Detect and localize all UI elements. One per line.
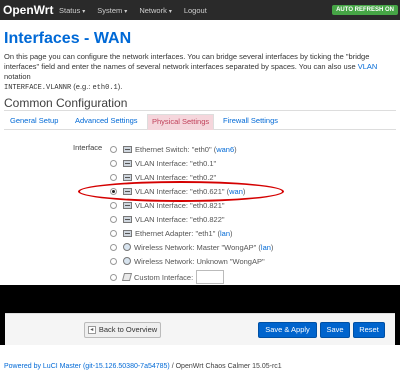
section-divider <box>4 110 396 111</box>
vlan-icon <box>123 201 132 209</box>
back-arrow-icon: ◂ <box>87 326 96 334</box>
option-label: Wireless Network: Unknown "WongAP" <box>134 256 265 266</box>
interface-option-eth0-821[interactable]: VLAN Interface: "eth0.821" <box>110 199 225 211</box>
interface-option-wifi-master[interactable]: Wireless Network: Master "WongAP" (lan) <box>110 241 273 253</box>
desc-eg: (e.g.: <box>71 82 93 91</box>
radio-eth0-2[interactable] <box>110 173 117 181</box>
back-button-label: Back to Overview <box>98 325 158 334</box>
interface-field-label: Interface <box>73 143 103 152</box>
option-label: VLAN Interface: "eth0.821" <box>135 200 225 210</box>
nav-logout[interactable]: Logout <box>184 6 207 15</box>
tab-physical-settings[interactable]: Physical Settings <box>147 114 215 130</box>
desc-code-2: eth0.1 <box>92 84 118 92</box>
chevron-down-icon: ▾ <box>82 8 86 15</box>
top-navbar: OpenWrt Status ▾ System ▾ Network ▾ Logout … <box>0 0 400 20</box>
radio-eth0-821[interactable] <box>110 201 117 209</box>
vlan-icon <box>123 187 132 195</box>
config-tabs: General Setup Advanced Settings Physical… <box>4 112 396 130</box>
radio-custom[interactable] <box>110 273 117 281</box>
save-apply-button[interactable]: Save & Apply <box>258 322 317 338</box>
interface-option-wifi-unknown[interactable]: Wireless Network: Unknown "WongAP" <box>110 255 265 267</box>
wireless-icon <box>123 243 131 251</box>
nav-network-label: Network <box>139 5 167 15</box>
footer: Powered by LuCI Master (git-15.126.50380… <box>4 363 282 370</box>
desc-text-1: On this page you can configure the netwo… <box>4 52 370 71</box>
desc-code-1: INTERFACE.VLANNR <box>4 84 72 92</box>
nav-status-label: Status <box>59 5 81 15</box>
nav-network[interactable]: Network ▾ <box>139 6 172 15</box>
interface-option-eth0-621[interactable]: VLAN Interface: "eth0.621" (wan) <box>110 185 245 197</box>
network-link-lan[interactable]: lan <box>220 229 230 238</box>
back-to-overview-button[interactable]: ◂ Back to Overview <box>84 322 161 338</box>
section-title: Common Configuration <box>4 96 128 110</box>
network-link-wan6[interactable]: wan6 <box>216 145 234 154</box>
option-label: VLAN Interface: "eth0.621" <box>135 186 225 196</box>
footer-version: / OpenWrt Chaos Calmer 15.05-rc1 <box>169 363 282 370</box>
interface-option-eth0[interactable]: Ethernet Switch: "eth0" (wan6) <box>110 143 237 155</box>
vlan-icon <box>123 215 132 223</box>
option-label: Ethernet Switch: "eth0" <box>135 144 212 154</box>
nav-system[interactable]: System ▾ <box>97 6 127 15</box>
radio-eth0[interactable] <box>110 145 117 153</box>
option-label: Wireless Network: Master "WongAP" <box>134 242 257 252</box>
wireless-icon <box>123 257 131 265</box>
custom-interface-icon <box>121 273 133 281</box>
vlan-icon <box>123 159 132 167</box>
tab-firewall-settings[interactable]: Firewall Settings <box>223 114 278 130</box>
nav-system-label: System <box>97 5 123 15</box>
brand-logo[interactable]: OpenWrt <box>3 3 59 17</box>
nav-status[interactable]: Status ▾ <box>59 6 85 15</box>
custom-interface-input[interactable] <box>196 270 225 284</box>
radio-eth0-822[interactable] <box>110 215 117 223</box>
desc-text-2: notation <box>4 72 31 81</box>
interface-option-eth0-2[interactable]: VLAN Interface: "eth0.2" <box>110 171 216 183</box>
interface-option-eth0-822[interactable]: VLAN Interface: "eth0.822" <box>110 213 225 225</box>
tab-advanced-settings[interactable]: Advanced Settings <box>75 114 138 130</box>
vlan-abbr: VLAN <box>357 62 378 71</box>
option-label: VLAN Interface: "eth0.822" <box>135 214 225 224</box>
option-label: Custom Interface: <box>134 272 194 282</box>
radio-eth0-1[interactable] <box>110 159 117 167</box>
interface-option-eth1[interactable]: Ethernet Adapter: "eth1" (lan) <box>110 227 233 239</box>
page-title: Interfaces - WAN <box>4 30 132 47</box>
luci-link[interactable]: Powered by LuCI Master (git-15.126.50380… <box>4 363 170 370</box>
ethernet-adapter-icon <box>123 229 132 237</box>
option-label: Ethernet Adapter: "eth1" <box>135 228 216 238</box>
page-description: On this page you can configure the netwo… <box>4 52 398 93</box>
network-link-wan[interactable]: wan <box>229 187 243 196</box>
chevron-down-icon: ▾ <box>124 8 128 15</box>
reset-button[interactable]: Reset <box>353 322 385 338</box>
network-link-lan[interactable]: lan <box>261 243 271 252</box>
radio-eth1[interactable] <box>110 229 117 237</box>
interface-option-custom[interactable]: Custom Interface: <box>110 270 225 284</box>
ethernet-switch-icon <box>123 145 132 153</box>
tab-general-setup[interactable]: General Setup <box>10 114 58 130</box>
option-label: VLAN Interface: "eth0.2" <box>135 172 217 182</box>
save-button[interactable]: Save <box>320 322 350 338</box>
option-label: VLAN Interface: "eth0.1" <box>135 158 217 168</box>
radio-wifi-master[interactable] <box>110 243 117 251</box>
radio-eth0-621[interactable] <box>110 187 117 195</box>
radio-wifi-unknown[interactable] <box>110 257 117 265</box>
interface-option-eth0-1[interactable]: VLAN Interface: "eth0.1" <box>110 157 216 169</box>
desc-end: ). <box>117 82 123 91</box>
autorefresh-toggle[interactable]: AUTO REFRESH ON <box>332 5 398 15</box>
vlan-icon <box>123 173 132 181</box>
chevron-down-icon: ▾ <box>168 8 172 15</box>
